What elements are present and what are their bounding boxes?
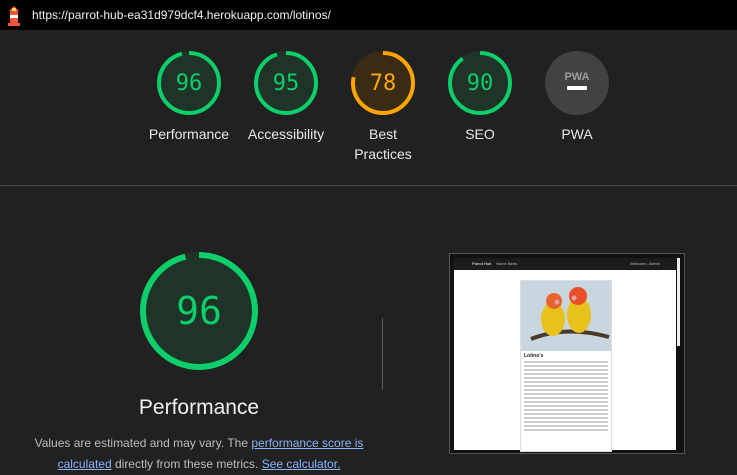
gauge-score: 96 xyxy=(175,70,203,96)
performance-description: Values are estimated and may vary. The p… xyxy=(30,433,368,475)
thumb-navbar: Parrot Hub Home Birds Welcome, Admin xyxy=(454,258,676,270)
pwa-badge-icon: PWA xyxy=(545,51,609,115)
gauge-accessibility[interactable]: 95 Accessibility xyxy=(236,50,336,144)
thumb-scrollbar xyxy=(677,258,680,346)
thumb-nav-home: Home xyxy=(496,261,507,266)
section-divider xyxy=(0,185,737,186)
see-calculator-link[interactable]: See calculator. xyxy=(262,457,341,471)
thumb-user: Welcome, Admin xyxy=(630,261,660,266)
thumb-heading: Lotino's xyxy=(524,353,544,359)
thumb-brand: Parrot Hub xyxy=(472,261,492,266)
url-text[interactable]: https://parrot-hub-ea31d979dcf4.herokuap… xyxy=(32,8,331,22)
thumb-card: Lotino's xyxy=(520,280,612,452)
lighthouse-icon xyxy=(8,6,20,26)
desc-text-1: Values are estimated and may vary. The xyxy=(34,436,252,450)
gauge-score: 78 xyxy=(369,70,397,96)
browser-topbar: https://parrot-hub-ea31d979dcf4.herokuap… xyxy=(0,0,737,30)
desc-text-2: directly from these metrics. xyxy=(111,457,262,471)
thumb-text-lines xyxy=(524,361,608,433)
parrot-image xyxy=(521,281,611,351)
gauge-best-practices[interactable]: 78 Best Practices xyxy=(333,50,433,164)
performance-big-gauge: 96 xyxy=(138,250,260,372)
gauge-score: 95 xyxy=(272,70,300,96)
vertical-divider xyxy=(382,318,383,390)
thumb-nav-birds: Birds xyxy=(508,261,518,266)
gauge-label: SEO xyxy=(465,126,495,142)
gauge-performance[interactable]: 96 Performance xyxy=(139,50,239,144)
pwa-badge-text: PWA xyxy=(564,71,589,83)
performance-title: Performance xyxy=(138,396,260,419)
gauge-label: Performance xyxy=(148,126,230,142)
gauge-label: Accessibility xyxy=(247,126,325,142)
score-gauges: 96 Performance 95 Accessibility 78 Best … xyxy=(0,30,737,185)
gauge-label: Best Practices xyxy=(354,126,412,162)
performance-big-score: 96 xyxy=(176,289,222,333)
thumb-page: Lotino's xyxy=(454,270,676,452)
gauge-label: PWA xyxy=(561,126,593,142)
gauge-pwa[interactable]: PWA PWA xyxy=(527,50,627,144)
gauge-seo[interactable]: 90 SEO xyxy=(430,50,530,144)
gauge-score: 90 xyxy=(466,70,494,96)
page-screenshot-thumbnail[interactable]: Parrot Hub Home Birds Welcome, Admin Lot… xyxy=(449,253,685,454)
